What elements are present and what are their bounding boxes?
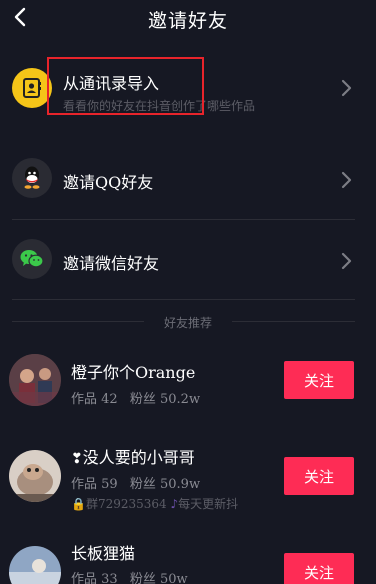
wechat-icon	[12, 239, 52, 279]
invite-qq-row[interactable]: 邀请QQ好友	[0, 158, 376, 202]
works-label: 作品	[71, 477, 98, 492]
friend-item[interactable]: 橙子你个Orange 作品 42 粉丝 50.2w 关注	[0, 352, 376, 412]
header: 邀请好友	[0, 0, 376, 40]
chevron-right-icon	[338, 251, 354, 271]
chevron-right-icon	[338, 170, 354, 190]
section-title: 好友推荐	[163, 316, 212, 330]
avatar[interactable]	[9, 354, 61, 406]
friend-item[interactable]: 长板狸猫 作品 33 粉丝 50w 关注	[0, 540, 376, 584]
invite-wechat-label: 邀请微信好友	[63, 254, 160, 273]
works-count: 42	[101, 392, 118, 407]
friend-name: 长板狸猫	[71, 544, 136, 563]
qq-icon	[12, 158, 52, 198]
friend-name: 橙子你个Orange	[71, 363, 196, 382]
friend-item[interactable]: ❣没人要的小哥哥 作品 59 粉丝 50.9w 🔒群729235364 ♪每天更…	[0, 444, 376, 516]
avatar[interactable]	[9, 450, 61, 502]
works-count: 33	[101, 572, 118, 584]
bio-group: 群729235364	[85, 497, 167, 511]
invite-wechat-row[interactable]: 邀请微信好友	[0, 239, 376, 283]
avatar[interactable]	[9, 546, 61, 584]
works-label: 作品	[71, 572, 98, 584]
divider	[12, 219, 355, 220]
fans-count: 50.9w	[160, 477, 201, 492]
heart-icon: ❣	[71, 451, 83, 467]
highlight-box	[47, 57, 204, 115]
fans-label: 粉丝	[129, 572, 156, 584]
works-count: 59	[101, 477, 118, 492]
page-title: 邀请好友	[147, 10, 228, 32]
fans-label: 粉丝	[129, 392, 156, 407]
fans-count: 50w	[160, 572, 188, 584]
divider	[12, 299, 355, 300]
contacts-icon	[12, 68, 52, 108]
friend-name: ❣没人要的小哥哥	[71, 444, 195, 468]
recommend-section-header: 好友推荐	[0, 314, 376, 332]
friend-bio: 🔒群729235364 ♪每天更新抖	[71, 495, 238, 512]
bio-update: 每天更新抖	[178, 497, 239, 511]
friend-name-text: 没人要的小哥哥	[82, 448, 195, 467]
fans-count: 50.2w	[160, 392, 201, 407]
works-label: 作品	[71, 392, 98, 407]
friend-stats: 作品 42 粉丝 50.2w	[71, 388, 200, 407]
invite-qq-label: 邀请QQ好友	[63, 173, 154, 192]
chevron-right-icon	[338, 78, 354, 98]
friend-stats: 作品 59 粉丝 50.9w	[71, 473, 200, 492]
follow-button[interactable]: 关注	[284, 361, 354, 399]
lock-icon: 🔒	[71, 497, 86, 511]
follow-button[interactable]: 关注	[284, 457, 354, 495]
fans-label: 粉丝	[129, 477, 156, 492]
friend-stats: 作品 33 粉丝 50w	[71, 568, 188, 584]
divider	[232, 321, 355, 322]
follow-button[interactable]: 关注	[284, 553, 354, 584]
